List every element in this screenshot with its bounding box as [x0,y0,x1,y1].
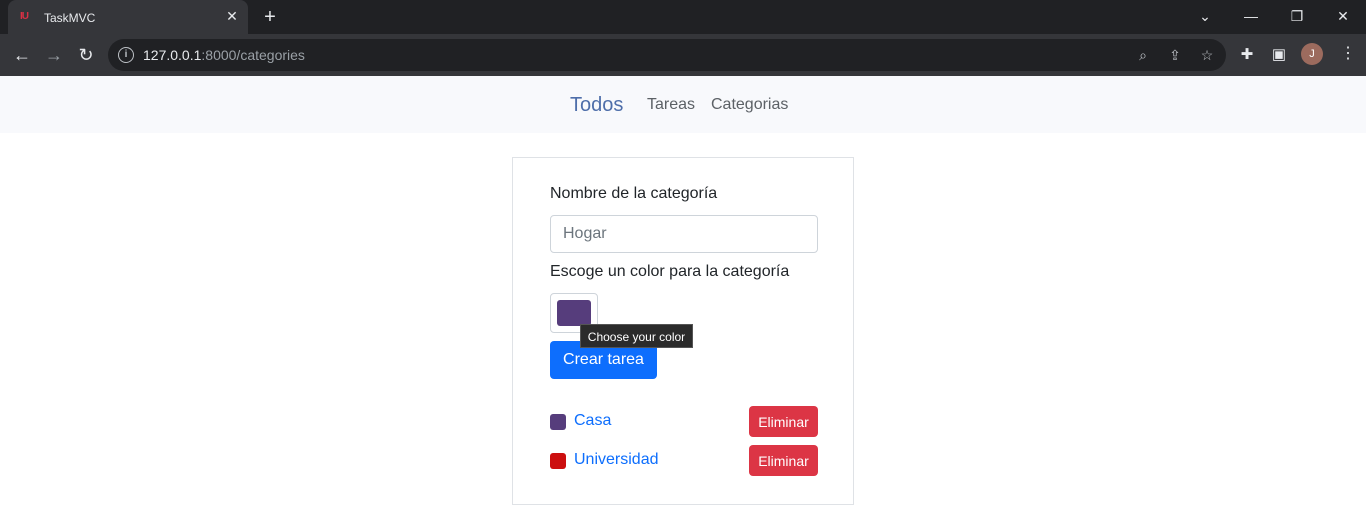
reload-icon[interactable]: ↻ [74,43,98,67]
tab-search-chevron-icon[interactable]: ⌄ [1194,6,1216,26]
browser-menu-icon[interactable]: ⋮ [1340,44,1356,64]
browser-toolbar: ← → ↻ i 127.0.0.1:8000/categories ⌕ ⇪ ☆ … [0,34,1366,76]
side-panel-icon[interactable]: ▣ [1269,45,1289,65]
color-tooltip: Choose your color [580,324,693,348]
category-card: Nombre de la categoría Escoge un color p… [512,157,854,505]
list-item: Casa Eliminar [550,406,818,438]
site-info-icon[interactable]: i [118,47,134,63]
forward-arrow-icon[interactable]: → [42,43,66,67]
profile-avatar[interactable]: J [1301,43,1323,65]
close-tab-icon[interactable]: ✕ [224,8,240,24]
browser-tab[interactable]: IU TaskMVC ✕ [8,0,248,34]
favicon-icon: IU [20,11,29,22]
extensions-puzzle-icon[interactable]: ✚ [1237,45,1257,65]
back-arrow-icon[interactable]: ← [10,43,34,67]
bookmark-star-icon[interactable]: ☆ [1198,46,1216,64]
window-close-icon[interactable]: ✕ [1332,6,1354,26]
category-color-dot [550,414,566,430]
category-link[interactable]: Casa [574,412,611,430]
share-icon[interactable]: ⇪ [1166,46,1184,64]
new-tab-icon[interactable]: + [259,6,281,28]
minimize-icon[interactable]: — [1240,6,1262,26]
zoom-search-icon[interactable]: ⌕ [1134,46,1152,64]
category-color-dot [550,453,566,469]
browser-tab-bar: IU TaskMVC ✕ + ⌄ — ❐ ✕ [0,0,1366,34]
list-item: Universidad Eliminar [550,445,818,477]
app-navbar: Todos Tareas Categorias [0,76,1366,133]
category-name-input[interactable] [550,215,818,253]
color-swatch [557,300,591,326]
delete-button[interactable]: Eliminar [749,445,818,476]
restore-icon[interactable]: ❐ [1286,6,1308,26]
url-text[interactable]: 127.0.0.1:8000/categories [143,47,305,63]
delete-button[interactable]: Eliminar [749,406,818,437]
nav-link-categorias[interactable]: Categorias [711,96,788,114]
address-bar[interactable]: i 127.0.0.1:8000/categories ⌕ ⇪ ☆ [108,39,1226,71]
tab-title: TaskMVC [44,11,96,25]
name-label: Nombre de la categoría [550,185,718,202]
category-link[interactable]: Universidad [574,451,658,469]
navbar-brand[interactable]: Todos [570,94,623,117]
color-label: Escoge un color para la categoría [550,263,790,280]
nav-link-tareas[interactable]: Tareas [647,96,695,114]
